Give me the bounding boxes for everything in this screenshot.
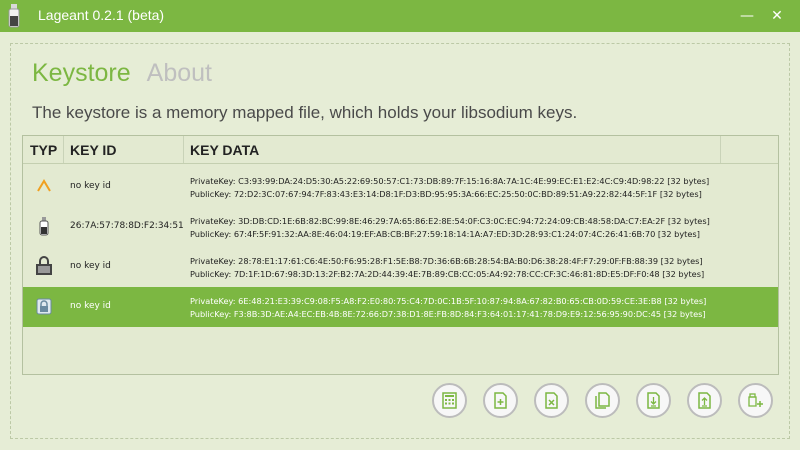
calculator-button[interactable] xyxy=(432,383,467,418)
add-document-button[interactable] xyxy=(483,383,518,418)
caret-up-icon xyxy=(37,179,51,192)
table-row[interactable]: no key id PrivateKey: 28:78:E1:17:61:C6:… xyxy=(23,247,778,287)
import-button[interactable] xyxy=(636,383,671,418)
private-key-text: PrivateKey: 6E:48:21:E3:39:C9:08:F5:A8:F… xyxy=(190,296,707,306)
lock-dark-icon xyxy=(36,256,52,275)
copy-document-icon xyxy=(595,392,610,409)
bottle-icon xyxy=(8,4,20,28)
add-key-icon xyxy=(748,393,763,407)
key-id: no key id xyxy=(70,261,111,271)
close-icon: ✕ xyxy=(771,8,783,24)
key-id: 26:7A:57:78:8D:F2:34:51 xyxy=(70,221,184,231)
private-key-text: PrivateKey: 28:78:E1:17:61:C6:4E:50:F6:9… xyxy=(190,256,703,266)
column-divider xyxy=(63,136,64,163)
public-key-text: PublicKey: 7D:1F:1D:67:98:3D:13:2F:B2:7A… xyxy=(190,268,705,279)
tab-keystore[interactable]: Keystore xyxy=(32,59,131,87)
table-row-selected[interactable]: no key id PrivateKey: 6E:48:21:E3:39:C9:… xyxy=(23,287,778,327)
tab-bar: Keystore About xyxy=(32,59,228,88)
window-title: Lageant 0.2.1 (beta) xyxy=(38,7,165,23)
column-header-key-data[interactable]: KEY DATA xyxy=(190,142,259,158)
public-key-text: PublicKey: 67:4F:5F:91:32:AA:8E:46:04:19… xyxy=(190,228,700,239)
export-icon xyxy=(698,392,711,409)
keys-table[interactable]: TYP KEY ID KEY DATA no key id PrivateKey… xyxy=(22,135,779,375)
private-key-text: PrivateKey: C3:93:99:DA:24:D5:30:A5:22:6… xyxy=(190,176,710,186)
add-document-icon xyxy=(494,392,507,409)
key-id: no key id xyxy=(70,181,111,191)
delete-document-icon xyxy=(545,392,558,409)
main-panel: Keystore About The keystore is a memory m… xyxy=(10,43,790,439)
add-key-button[interactable] xyxy=(738,383,773,418)
column-header-key-id[interactable]: KEY ID xyxy=(70,142,116,158)
key-data: PrivateKey: 3D:DB:CD:1E:6B:82:BC:99:8E:4… xyxy=(190,215,710,240)
lock-light-icon xyxy=(36,298,52,315)
description-text: The keystore is a memory mapped file, wh… xyxy=(32,103,578,122)
column-divider xyxy=(720,136,721,163)
delete-document-button[interactable] xyxy=(534,383,569,418)
minimize-button[interactable]: — xyxy=(737,6,757,26)
key-id: no key id xyxy=(70,301,111,311)
calculator-icon xyxy=(442,392,457,409)
key-data: PrivateKey: 6E:48:21:E3:39:C9:08:F5:A8:F… xyxy=(190,295,706,320)
export-button[interactable] xyxy=(687,383,722,418)
tab-about[interactable]: About xyxy=(147,59,212,87)
public-key-text: PublicKey: 72:D2:3C:07:67:94:7F:83:43:E3… xyxy=(190,188,702,199)
private-key-text: PrivateKey: 3D:DB:CD:1E:6B:82:BC:99:8E:4… xyxy=(190,216,710,226)
title-bar: Lageant 0.2.1 (beta) — ✕ xyxy=(0,0,800,32)
column-divider xyxy=(183,136,184,163)
table-row[interactable]: 26:7A:57:78:8D:F2:34:51 PrivateKey: 3D:D… xyxy=(23,207,778,247)
column-header-typ[interactable]: TYP xyxy=(30,142,57,158)
bottle-icon xyxy=(39,217,49,236)
table-header: TYP KEY ID KEY DATA xyxy=(23,136,778,164)
close-button[interactable]: ✕ xyxy=(767,6,787,26)
minimize-icon: — xyxy=(740,8,754,24)
table-row[interactable]: no key id PrivateKey: C3:93:99:DA:24:D5:… xyxy=(23,167,778,207)
import-icon xyxy=(647,392,660,409)
public-key-text: PublicKey: F3:8B:3D:AE:A4:EC:EB:4B:8E:72… xyxy=(190,308,706,319)
copy-document-button[interactable] xyxy=(585,383,620,418)
key-data: PrivateKey: C3:93:99:DA:24:D5:30:A5:22:6… xyxy=(190,175,709,200)
key-data: PrivateKey: 28:78:E1:17:61:C6:4E:50:F6:9… xyxy=(190,255,704,280)
